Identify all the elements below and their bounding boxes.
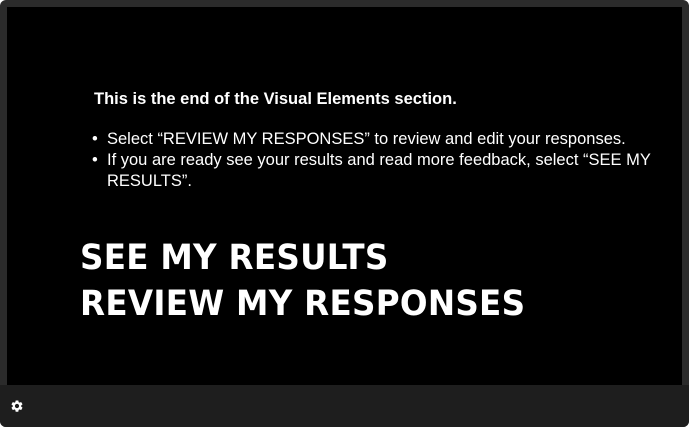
slide-canvas: This is the end of the Visual Elements s… <box>7 7 682 385</box>
list-item: • If you are ready see your results and … <box>92 150 652 192</box>
instruction-list: • Select “REVIEW MY RESPONSES” to review… <box>92 129 652 192</box>
player-toolbar <box>0 385 689 427</box>
settings-button[interactable] <box>8 397 26 415</box>
instruction-text: Select “REVIEW MY RESPONSES” to review a… <box>107 130 626 148</box>
bullet-symbol: • <box>92 130 98 148</box>
bullet-symbol: • <box>92 151 98 169</box>
review-my-responses-button[interactable]: REVIEW MY RESPONSES <box>80 284 525 324</box>
instruction-text: If you are ready see your results and re… <box>107 151 651 190</box>
see-my-results-button[interactable]: SEE MY RESULTS <box>80 238 389 278</box>
gear-icon <box>11 400 23 412</box>
list-item: • Select “REVIEW MY RESPONSES” to review… <box>92 129 652 150</box>
player-frame: This is the end of the Visual Elements s… <box>0 0 689 427</box>
slide-heading: This is the end of the Visual Elements s… <box>94 90 457 108</box>
